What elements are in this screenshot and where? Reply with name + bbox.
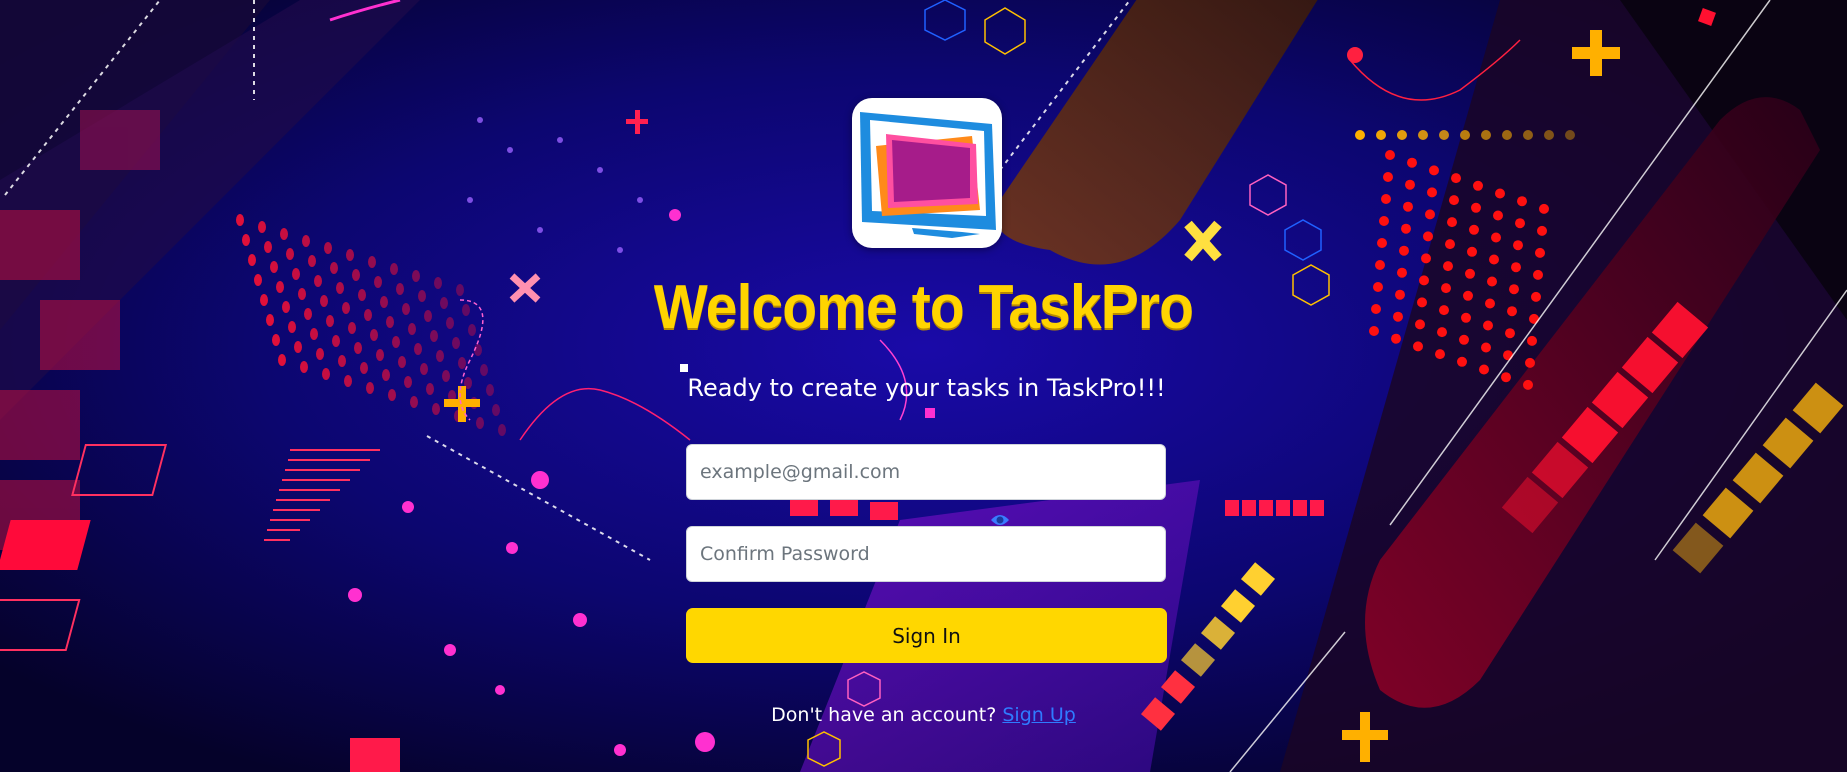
page-title: Welcome to TaskPro	[653, 273, 1194, 342]
password-input[interactable]	[686, 526, 1166, 582]
eye-icon[interactable]	[990, 512, 1010, 528]
sign-up-link[interactable]: Sign Up	[1002, 704, 1075, 726]
signup-prompt-text: Don't have an account?	[771, 704, 997, 726]
page-subtitle: Ready to create your tasks in TaskPro!!!	[687, 374, 1166, 402]
monitor-logo-icon	[860, 112, 996, 238]
taskpro-logo	[852, 98, 1002, 248]
sign-in-button[interactable]: Sign In	[686, 608, 1167, 663]
signup-prompt: Don't have an account? Sign Up	[0, 704, 1847, 726]
email-input[interactable]	[686, 444, 1166, 500]
